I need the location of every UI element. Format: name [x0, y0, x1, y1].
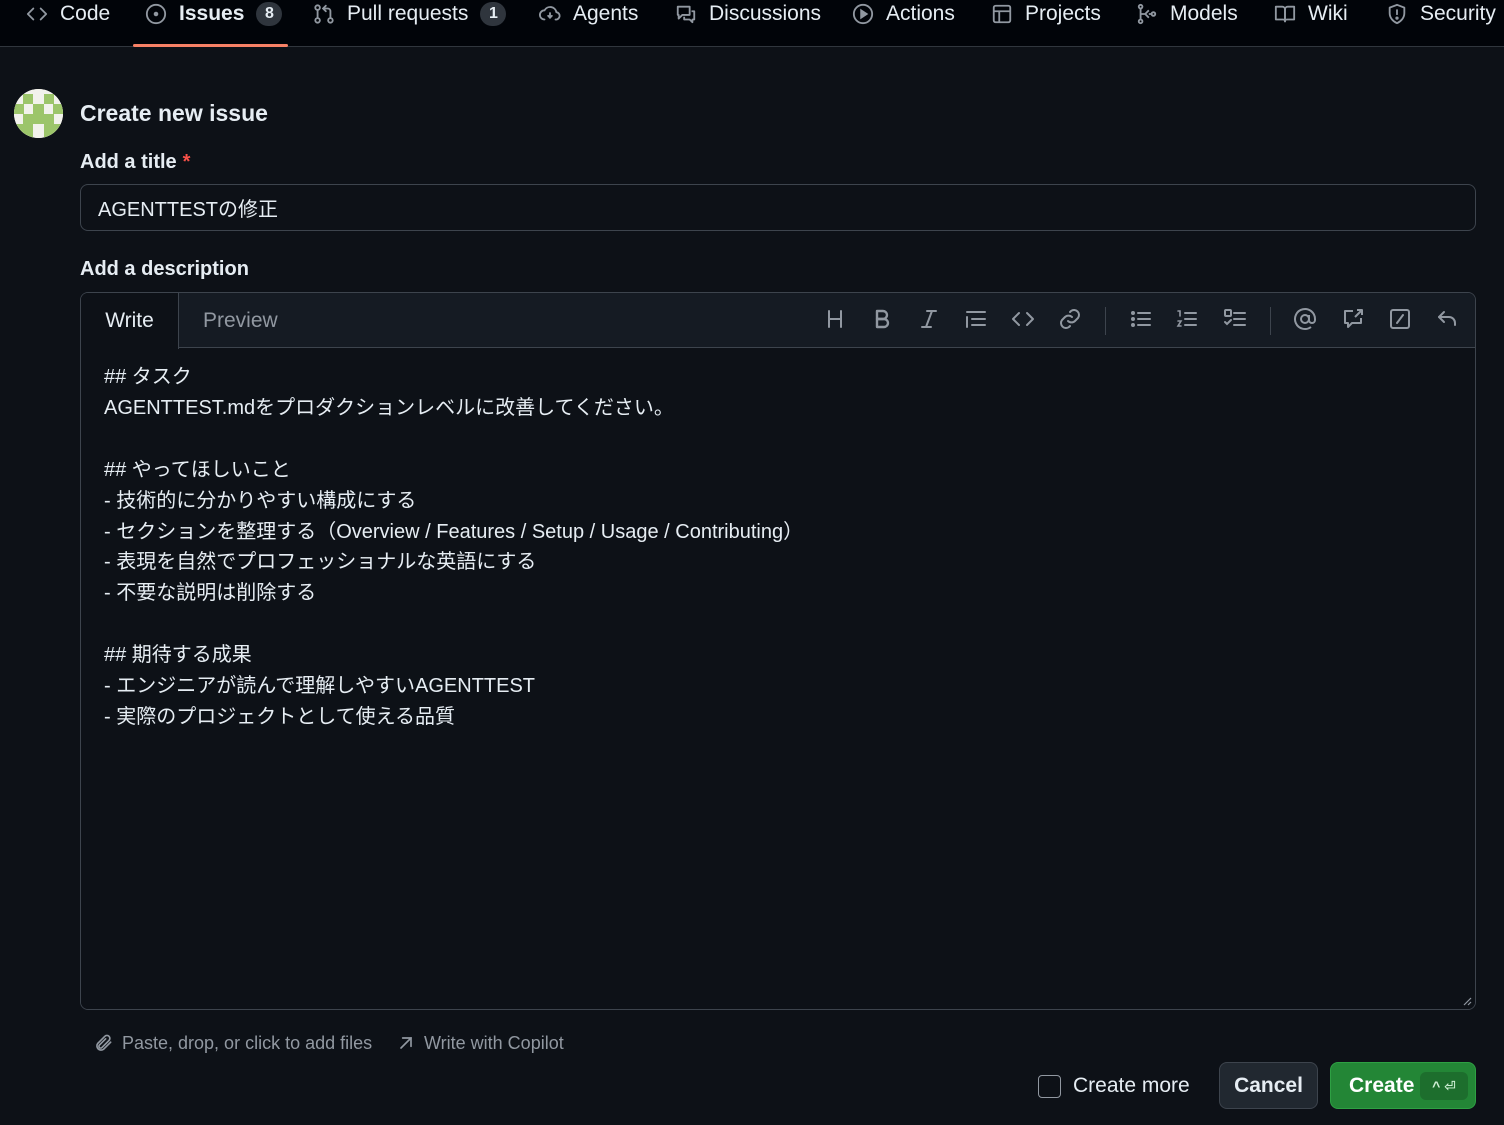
pull-requests-counter: 1 — [480, 2, 507, 26]
toolbar-divider — [1105, 307, 1106, 335]
toolbar-divider — [1270, 307, 1271, 335]
nav-tab-label: Actions — [886, 2, 955, 25]
undo-icon — [1435, 307, 1459, 336]
bold-icon — [870, 307, 894, 336]
quote-button[interactable] — [963, 308, 989, 334]
nav-tab-wiki[interactable]: Wiki — [1274, 0, 1348, 47]
ordered-list-icon — [1175, 307, 1199, 336]
nav-tab-label: Issues — [179, 2, 245, 25]
heading-icon — [823, 307, 847, 336]
tab-preview[interactable]: Preview — [203, 293, 278, 348]
comment-discussion-icon — [675, 3, 697, 25]
nav-tab-actions[interactable]: Actions — [852, 0, 955, 47]
play-icon — [852, 3, 874, 25]
agent-icon — [539, 3, 561, 25]
nav-tab-discussions[interactable]: Discussions — [675, 0, 821, 47]
title-label-text: Add a title — [80, 151, 177, 173]
arrow-up-right-icon — [400, 1037, 412, 1049]
resize-handle-icon[interactable] — [1462, 996, 1472, 1006]
nav-tab-code[interactable]: Code — [26, 0, 110, 47]
cancel-button[interactable]: Cancel — [1219, 1062, 1318, 1109]
repo-nav: Code Issues 8 Pull requests 1 Agents Dis… — [0, 0, 1504, 47]
nav-tab-label: Discussions — [709, 2, 822, 25]
issue-opened-icon — [145, 3, 167, 25]
keyboard-shortcut-hint: ^ ⏎ — [1420, 1072, 1468, 1100]
nav-tab-label: Security — [1420, 2, 1496, 25]
required-marker: * — [182, 151, 191, 173]
code-icon — [1011, 307, 1035, 336]
issues-counter: 8 — [256, 2, 283, 26]
heading-button[interactable] — [822, 308, 848, 334]
attach-files-button[interactable]: Paste, drop, or click to add files — [94, 1030, 372, 1056]
mention-button[interactable] — [1292, 307, 1318, 336]
slash-command-icon — [1388, 307, 1412, 336]
nav-tab-projects[interactable]: Projects — [991, 0, 1101, 47]
nav-tab-label: Projects — [1025, 2, 1101, 25]
paperclip-icon — [96, 1034, 112, 1051]
link-icon — [1058, 307, 1082, 336]
editor-toolbar: Write Preview — [81, 293, 1475, 349]
quote-icon — [964, 307, 988, 336]
attach-files-label: Paste, drop, or click to add files — [122, 1032, 373, 1053]
active-tab-indicator — [133, 44, 288, 47]
git-pull-request-icon — [313, 3, 335, 25]
write-with-copilot-button[interactable]: Write with Copilot — [396, 1030, 564, 1056]
create-more-checkbox[interactable] — [1038, 1074, 1061, 1098]
ordered-list-button[interactable] — [1174, 308, 1200, 334]
unordered-list-button[interactable] — [1128, 308, 1154, 334]
undo-button[interactable] — [1434, 308, 1460, 334]
nav-tab-label: Models — [1170, 2, 1238, 25]
issue-body-textarea[interactable]: ## タスク AGENTTEST.mdをプロダクションレベルに改善してください。… — [81, 349, 1475, 1009]
title-field-label: Add a title * — [80, 151, 190, 174]
italic-button[interactable] — [916, 308, 942, 334]
link-button[interactable] — [1057, 308, 1083, 334]
nav-tab-label: Pull requests — [347, 2, 469, 25]
avatar[interactable] — [14, 89, 63, 138]
issue-title-input[interactable] — [80, 184, 1476, 231]
slash-command-button[interactable] — [1387, 308, 1413, 334]
nav-tab-security[interactable]: Security — [1386, 0, 1496, 47]
create-more-label: Create more — [1073, 1074, 1190, 1097]
create-button-label: Create — [1349, 1073, 1415, 1097]
mention-icon — [1293, 307, 1317, 336]
task-list-icon — [1223, 307, 1247, 336]
bold-button[interactable] — [869, 308, 895, 334]
write-with-copilot-label: Write with Copilot — [424, 1032, 564, 1053]
nav-tab-label: Wiki — [1308, 2, 1348, 25]
nav-tab-label: Agents — [573, 2, 639, 25]
description-field-label: Add a description — [80, 258, 249, 280]
tab-write[interactable]: Write — [81, 293, 179, 349]
task-list-button[interactable] — [1222, 308, 1248, 334]
create-button[interactable]: Create ^ ⏎ — [1330, 1062, 1476, 1109]
code-icon — [26, 3, 48, 25]
cross-reference-button[interactable] — [1340, 308, 1366, 334]
markdown-editor: Write Preview ## タスク AGENTTEST.mdをプロダクショ… — [80, 292, 1476, 1010]
code-button[interactable] — [1010, 308, 1036, 334]
nav-tab-issues[interactable]: Issues 8 — [145, 0, 283, 47]
nav-tab-pull-requests[interactable]: Pull requests 1 — [313, 0, 507, 47]
cross-reference-icon — [1341, 307, 1365, 336]
book-icon — [1274, 3, 1296, 25]
nav-tab-label: Code — [60, 2, 111, 25]
unordered-list-icon — [1129, 307, 1153, 336]
create-more-option[interactable]: Create more — [1038, 1073, 1190, 1099]
page-title: Create new issue — [80, 100, 268, 126]
ai-model-icon — [1136, 3, 1158, 25]
nav-tab-models[interactable]: Models — [1136, 0, 1238, 47]
identicon-image — [14, 89, 63, 138]
shield-icon — [1386, 3, 1408, 25]
nav-tab-agents[interactable]: Agents — [539, 0, 638, 47]
italic-icon — [917, 307, 941, 336]
table-icon — [991, 3, 1013, 25]
